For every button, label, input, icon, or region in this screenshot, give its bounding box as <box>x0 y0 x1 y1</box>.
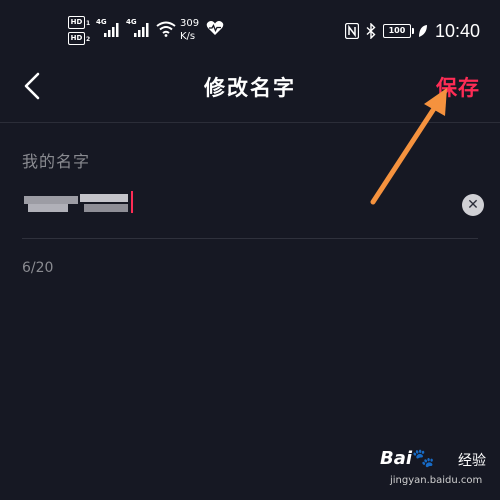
watermark-logo-left: Bai <box>380 448 413 469</box>
network-speed-unit: K/s <box>180 31 196 42</box>
blurred-name-text <box>84 204 128 212</box>
baidu-jingyan-watermark: Bai🐾 经验 jingyan.baidu.com <box>380 448 496 496</box>
hd-badge-1: HD <box>68 16 85 29</box>
name-field-label: 我的名字 <box>22 152 91 171</box>
blurred-name-text <box>80 194 128 202</box>
signal-strength-1-icon <box>104 23 119 37</box>
heart-rate-icon <box>206 21 224 35</box>
name-input[interactable] <box>22 182 462 224</box>
blurred-name-text <box>28 204 68 212</box>
signal-strength-2-icon <box>134 23 149 37</box>
hd-badge-2: HD <box>68 32 85 45</box>
bluetooth-icon <box>366 23 376 39</box>
battery-indicator: 100 <box>382 24 414 38</box>
nfc-icon <box>344 23 359 39</box>
status-bar: HD 1 HD 2 4G 4G 309 K/s 100 10:40 <box>0 0 500 52</box>
blurred-name-text <box>24 196 78 204</box>
watermark-logo-right: 经验 <box>458 453 486 469</box>
hd-badge-1-sub: 1 <box>86 20 91 27</box>
text-cursor <box>131 191 133 213</box>
status-right-group: 100 10:40 <box>344 20 480 42</box>
wifi-icon <box>156 21 176 37</box>
close-icon: ✕ <box>467 197 479 213</box>
network-speed: 309 K/s <box>180 17 199 43</box>
hd-badge-2-sub: 2 <box>86 36 91 43</box>
paw-icon: 🐾 <box>412 448 435 469</box>
watermark-url: jingyan.baidu.com <box>390 475 483 486</box>
watermark-logo: Bai🐾 <box>380 448 434 469</box>
save-button[interactable]: 保存 <box>436 72 480 102</box>
power-saving-leaf-icon <box>418 25 427 37</box>
navigation-bar: 修改名字 保存 <box>0 52 500 123</box>
character-counter: 6/20 <box>22 260 54 276</box>
page-title: 修改名字 <box>204 76 296 100</box>
network-speed-value: 309 <box>180 18 200 29</box>
status-clock: 10:40 <box>434 20 480 41</box>
clear-input-button[interactable]: ✕ <box>462 194 484 216</box>
input-divider <box>22 238 478 239</box>
